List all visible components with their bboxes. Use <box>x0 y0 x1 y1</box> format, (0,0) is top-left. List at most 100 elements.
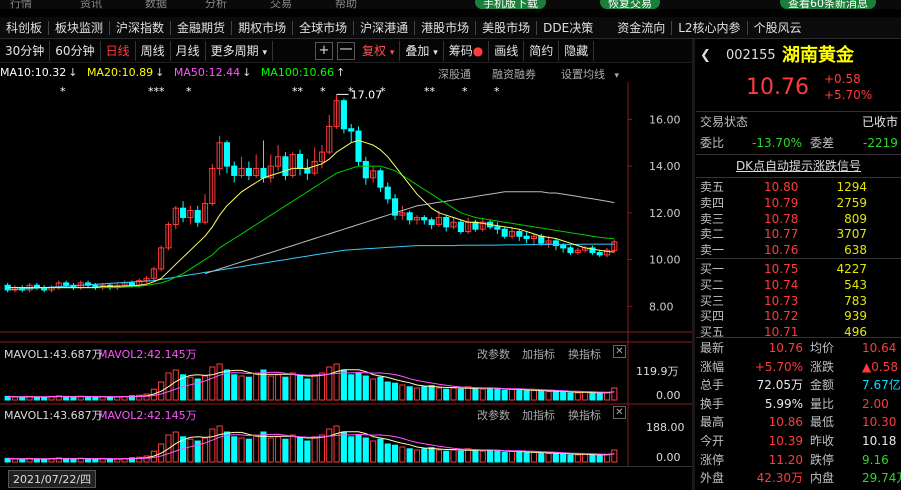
top-item[interactable]: 分析 <box>205 0 227 9</box>
bid-row[interactable]: 买四 10.72 939 <box>696 308 901 324</box>
change-params-button-2[interactable]: 改参数 <box>477 407 510 423</box>
period-month[interactable]: 月线 <box>171 40 206 61</box>
top-item[interactable]: 资讯 <box>80 0 102 9</box>
period-week[interactable]: 周线 <box>136 40 171 61</box>
menu-item[interactable]: 板块监测 <box>49 19 109 36</box>
ma-legend: MA10:10.32 ↓ MA20:10.89 ↓ MA50:12.44 ↓ MA10… <box>0 66 692 82</box>
quote-label: 换手 <box>700 396 725 411</box>
ask-row[interactable]: 卖二 10.77 3707 <box>696 226 901 242</box>
volume-bar <box>384 381 391 401</box>
candle-body <box>560 245 567 249</box>
volume-bar <box>399 446 406 463</box>
volume-bar <box>582 453 589 463</box>
mobile-download-button[interactable]: 手机版下载 <box>475 0 546 9</box>
collapse-left-icon[interactable]: ❮ <box>700 42 711 70</box>
star-marker: * <box>186 85 192 98</box>
change-params-button[interactable]: 改参数 <box>477 346 510 362</box>
ask-row[interactable]: 卖五 10.80 1294 <box>696 179 901 195</box>
ask-row[interactable]: 卖一 10.76 638 <box>696 242 901 258</box>
simple-button[interactable]: 简约 <box>524 40 560 61</box>
bid-row[interactable]: 买一 10.75 4227 <box>696 261 901 277</box>
kline-chart-area[interactable]: 16.00 14.00 12.00 10.00 8.00 * *** * ** * * * ** * * 17… <box>0 82 692 477</box>
menu-item[interactable]: 个股风云 <box>748 19 808 36</box>
chevron-down-icon: ▾ <box>433 47 438 58</box>
panel-divider[interactable] <box>692 39 695 490</box>
volume-bar <box>348 374 355 401</box>
resume-trade-button[interactable]: 恢复交易 <box>600 0 660 9</box>
menu-item[interactable]: 美股市场 <box>476 19 536 36</box>
volume-bar <box>574 392 581 401</box>
ma-settings-link[interactable]: 设置均线 ▾ <box>561 66 625 82</box>
volume-bar <box>275 374 282 401</box>
fuquan-dropdown[interactable]: 复权 ▾ <box>357 40 401 61</box>
bid-row[interactable]: 买三 10.73 783 <box>696 293 901 309</box>
hide-button[interactable]: 隐藏 <box>559 40 595 61</box>
volume-bar <box>289 434 296 463</box>
menu-item[interactable]: 资金流向 <box>611 19 671 36</box>
menu-item[interactable]: 全球市场 <box>293 19 353 36</box>
book-price: 10.79 <box>764 195 799 210</box>
menu-item[interactable]: 科创板 <box>0 19 48 36</box>
dk-signal-link[interactable]: DK点自动提示涨跌信号 <box>736 159 861 173</box>
zoom-in-button[interactable]: + <box>314 41 333 60</box>
quote-label: 最新 <box>700 341 725 355</box>
menu-item[interactable]: 沪深指数 <box>110 19 170 36</box>
volume-bar <box>70 396 77 401</box>
volume-bar <box>326 366 333 401</box>
ask-row[interactable]: 卖四 10.79 2759 <box>696 195 901 211</box>
y-tick-label: 12.00 <box>649 207 681 220</box>
quote-row: 总手 72.05万 金额 7.67亿 <box>696 376 901 394</box>
volume-bar <box>187 376 194 401</box>
menu-item[interactable]: L2核心内参 <box>672 19 746 36</box>
bid-row[interactable]: 买二 10.74 543 <box>696 277 901 293</box>
add-indicator-button[interactable]: 加指标 <box>522 346 555 362</box>
period-more[interactable]: 更多周期 ▾ <box>206 40 273 61</box>
volume-bar <box>413 449 421 463</box>
messages-button[interactable]: 查看60条新消息 <box>780 0 876 9</box>
menu-item[interactable]: 期权市场 <box>232 19 292 36</box>
book-volume: 783 <box>844 293 867 308</box>
top-item[interactable]: 行情 <box>10 0 32 9</box>
quote-value: 72.05万 <box>756 378 803 393</box>
volume-bar <box>479 450 486 463</box>
chips-button[interactable]: 筹码● <box>444 40 490 61</box>
weicha-label: 委差 <box>810 136 835 150</box>
volume-bar <box>487 387 494 401</box>
sz-connect-link[interactable]: 深股通 <box>438 66 471 82</box>
volume-bar <box>267 375 274 401</box>
top-item[interactable]: 帮助 <box>335 0 357 9</box>
margin-trading-link[interactable]: 融资融券 <box>492 66 536 82</box>
add-indicator-button-2[interactable]: 加指标 <box>522 407 555 423</box>
menu-item[interactable]: 沪深港通 <box>354 19 414 36</box>
volume-bar <box>355 434 362 463</box>
draw-line-button[interactable]: 画线 <box>489 40 525 61</box>
period-day[interactable]: 日线 <box>101 40 136 61</box>
volume-bar <box>19 396 26 401</box>
book-price: 10.74 <box>764 277 799 292</box>
menu-item[interactable]: 金融期货 <box>171 19 231 36</box>
period-60min[interactable]: 60分钟 <box>50 40 101 61</box>
period-30min[interactable]: 30分钟 <box>0 40 51 61</box>
zoom-out-button[interactable]: 一 <box>336 41 355 60</box>
menu-item[interactable]: 港股市场 <box>415 19 475 36</box>
fuquan-label: 复权 <box>361 43 386 58</box>
volume-bar <box>253 434 260 463</box>
switch-indicator-button-2[interactable]: 换指标 <box>568 407 601 423</box>
candle-body <box>384 186 391 200</box>
close-icon[interactable]: ✕ <box>613 406 626 419</box>
ma20-line <box>7 165 615 289</box>
overlay-dropdown[interactable]: 叠加 ▾ <box>400 40 444 61</box>
market-menu: 科创板 板块监测 沪深指数 金融期货 期权市场 全球市场 沪深港通 港股市场 美股市场 DDE决策… <box>0 17 901 39</box>
candle-body <box>355 130 362 162</box>
volume-bar <box>311 374 318 401</box>
close-icon[interactable]: ✕ <box>613 345 626 358</box>
top-item[interactable]: 交易 <box>270 0 292 9</box>
top-item[interactable]: 数据 <box>145 0 167 9</box>
ask-row[interactable]: 卖三 10.78 809 <box>696 211 901 227</box>
top-strip: 行情 资讯 数据 分析 交易 帮助 手机版下载 恢复交易 查看60条新消息 <box>0 0 901 9</box>
ma10-line <box>7 139 615 289</box>
menu-item[interactable]: DDE决策 <box>537 19 599 36</box>
book-price: 10.78 <box>764 211 799 226</box>
volume-bar <box>92 458 99 463</box>
switch-indicator-button[interactable]: 换指标 <box>568 346 601 362</box>
